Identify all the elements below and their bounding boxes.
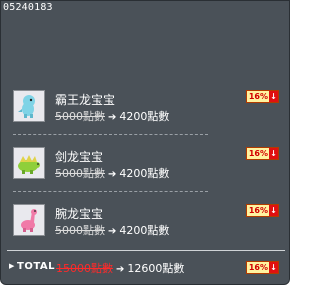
total-original-price: 15000點數 — [56, 262, 113, 275]
original-price: 5000點數 — [55, 224, 105, 237]
list-item[interactable]: 霸王龙宝宝 5000點數 ➔ 4200點數 16% ↓ — [13, 90, 279, 126]
original-price: 5000點數 — [55, 110, 105, 123]
package-code: 05240183 — [3, 2, 53, 13]
discount-badge: 16% ↓ — [245, 204, 279, 217]
item-thumbnail — [13, 204, 45, 236]
divider — [13, 191, 208, 192]
sale-price: 4200點數 — [119, 167, 170, 180]
original-price: 5000點數 — [55, 167, 105, 180]
arrow-right-icon: ➔ — [108, 169, 117, 180]
item-price: 5000點數 ➔ 4200點數 — [55, 222, 169, 238]
discount-badge: 16% ↓ — [245, 90, 279, 103]
item-price: 5000點數 ➔ 4200點數 — [55, 165, 169, 181]
arrow-right-icon: ➔ — [108, 112, 117, 123]
dino-green-icon — [18, 155, 40, 174]
item-thumbnail — [13, 90, 45, 122]
item-name: 霸王龙宝宝 — [55, 93, 116, 107]
discount-badge: 16% ↓ — [245, 261, 279, 274]
arrow-right-icon: ➔ — [116, 264, 125, 275]
arrow-down-icon: ↓ — [269, 205, 278, 216]
arrow-down-icon: ↓ — [269, 148, 278, 159]
list-item[interactable]: 腕龙宝宝 5000點數 ➔ 4200點數 16% ↓ — [13, 204, 279, 240]
arrow-down-icon: ↓ — [269, 91, 278, 102]
divider — [13, 134, 208, 135]
total-sale-price: 12600點數 — [127, 262, 185, 275]
triangle-right-icon: ▶ — [9, 262, 15, 270]
total-price: 15000點數 ➔ 12600點數 — [56, 260, 184, 276]
item-thumbnail — [13, 147, 45, 179]
total-label: TOTAL — [17, 261, 55, 272]
item-price: 5000點數 ➔ 4200點數 — [55, 108, 169, 124]
package-panel: 05240183 霸王龙宝宝 5000點數 ➔ 4200點數 16% ↓ 剑龙宝… — [0, 0, 290, 285]
arrow-down-icon: ↓ — [269, 262, 278, 273]
dino-pink-icon — [21, 209, 37, 232]
sale-price: 4200點數 — [119, 110, 170, 123]
dino-blue-icon — [18, 95, 35, 118]
item-name: 腕龙宝宝 — [55, 207, 104, 221]
discount-badge: 16% ↓ — [245, 147, 279, 160]
item-name: 剑龙宝宝 — [55, 150, 104, 164]
arrow-right-icon: ➔ — [108, 226, 117, 237]
list-item[interactable]: 剑龙宝宝 5000點數 ➔ 4200點數 16% ↓ — [13, 147, 279, 183]
sale-price: 4200點數 — [119, 224, 170, 237]
total-divider — [7, 250, 285, 251]
total-row: ▶ TOTAL 15000點數 ➔ 12600點數 16% ↓ — [7, 260, 279, 276]
